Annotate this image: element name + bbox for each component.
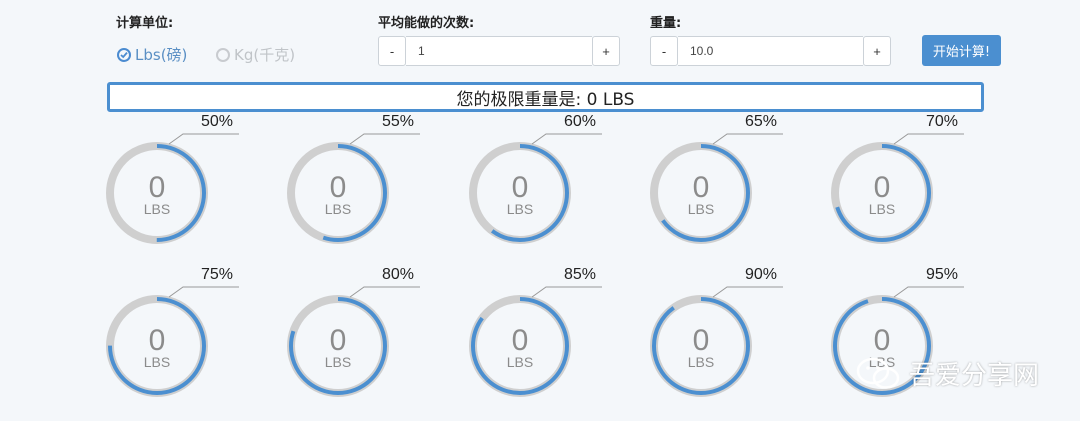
ring-value: 0 xyxy=(511,324,529,357)
ring-percent-label: 70% xyxy=(926,113,959,130)
ring-gauge: 75% 0 LBS xyxy=(105,266,245,409)
calculate-button[interactable]: 开始计算! xyxy=(922,35,1001,66)
ring-unit: LBS xyxy=(324,201,352,217)
weight-decrement-button[interactable]: - xyxy=(650,36,678,66)
reps-increment-button[interactable]: + xyxy=(592,36,620,66)
ring-unit: LBS xyxy=(143,354,171,370)
ring-percent-label: 80% xyxy=(382,266,415,283)
ring-gauge: 70% 0 LBS xyxy=(830,113,970,256)
radio-circle-icon xyxy=(216,47,230,62)
ring-percent-label: 50% xyxy=(201,113,234,130)
ring-percent-label: 90% xyxy=(745,266,778,283)
ring-value: 0 xyxy=(692,171,710,204)
ring-gauge: 85% 0 LBS xyxy=(468,266,608,409)
weight-increment-button[interactable]: + xyxy=(863,36,891,66)
ring-leader-line xyxy=(168,133,239,145)
ring-value: 0 xyxy=(873,324,891,357)
ring-leader-line xyxy=(168,286,239,298)
ring-percent-label: 65% xyxy=(745,113,778,130)
ring-leader-line xyxy=(893,286,964,298)
unit-radio-kg-label: Kg(千克) xyxy=(234,46,296,64)
ring-leader-line xyxy=(712,133,783,145)
reps-input[interactable] xyxy=(406,36,592,66)
unit-radio-lbs-label: Lbs(磅) xyxy=(135,46,188,64)
ring-gauge: 50% 0 LBS xyxy=(105,113,245,256)
ring-unit: LBS xyxy=(687,201,715,217)
result-text: 您的极限重量是: 0 LBS xyxy=(456,89,635,110)
ring-value: 0 xyxy=(329,171,347,204)
ring-value: 0 xyxy=(873,171,891,204)
unit-radio-lbs[interactable]: Lbs(磅) xyxy=(117,44,187,65)
ring-unit: LBS xyxy=(506,201,534,217)
ring-unit: LBS xyxy=(868,201,896,217)
weight-label: 重量: xyxy=(650,16,682,31)
ring-unit: LBS xyxy=(506,354,534,370)
ring-value: 0 xyxy=(511,171,529,204)
ring-leader-line xyxy=(712,286,783,298)
ring-gauge: 80% 0 LBS xyxy=(286,266,426,409)
result-box: 您的极限重量是: 0 LBS xyxy=(107,82,984,112)
ring-leader-line xyxy=(531,286,602,298)
unit-radio-kg[interactable]: Kg(千克) xyxy=(216,44,295,65)
weight-input[interactable] xyxy=(678,36,863,66)
ring-leader-line xyxy=(349,133,420,145)
ring-gauge: 55% 0 LBS xyxy=(286,113,426,256)
ring-value: 0 xyxy=(329,324,347,357)
ring-leader-line xyxy=(349,286,420,298)
ring-percent-label: 95% xyxy=(926,266,959,283)
ring-value: 0 xyxy=(148,324,166,357)
ring-gauge: 65% 0 LBS xyxy=(649,113,789,256)
ring-percent-label: 55% xyxy=(382,113,415,130)
watermark-text: 吾爱分享网 xyxy=(909,361,1040,391)
ring-leader-line xyxy=(531,133,602,145)
ring-unit: LBS xyxy=(324,354,352,370)
unit-label: 计算单位: xyxy=(116,16,174,31)
watermark: 吾爱分享网 xyxy=(855,355,1039,392)
ring-value: 0 xyxy=(692,324,710,357)
check-circle-icon xyxy=(117,47,131,62)
ring-percent-label: 85% xyxy=(564,266,597,283)
reps-label: 平均能做的次数: xyxy=(378,16,475,31)
ring-unit: LBS xyxy=(687,354,715,370)
weight-stepper: - + xyxy=(650,36,891,66)
ring-gauge: 60% 0 LBS xyxy=(468,113,608,256)
ring-unit: LBS xyxy=(143,201,171,217)
reps-stepper: - + xyxy=(378,36,620,66)
ring-leader-line xyxy=(893,133,964,145)
wechat-icon xyxy=(856,357,900,389)
ring-gauge: 90% 0 LBS xyxy=(649,266,789,409)
ring-percent-label: 75% xyxy=(201,266,234,283)
ring-percent-label: 60% xyxy=(564,113,597,130)
ring-value: 0 xyxy=(148,171,166,204)
reps-decrement-button[interactable]: - xyxy=(378,36,406,66)
